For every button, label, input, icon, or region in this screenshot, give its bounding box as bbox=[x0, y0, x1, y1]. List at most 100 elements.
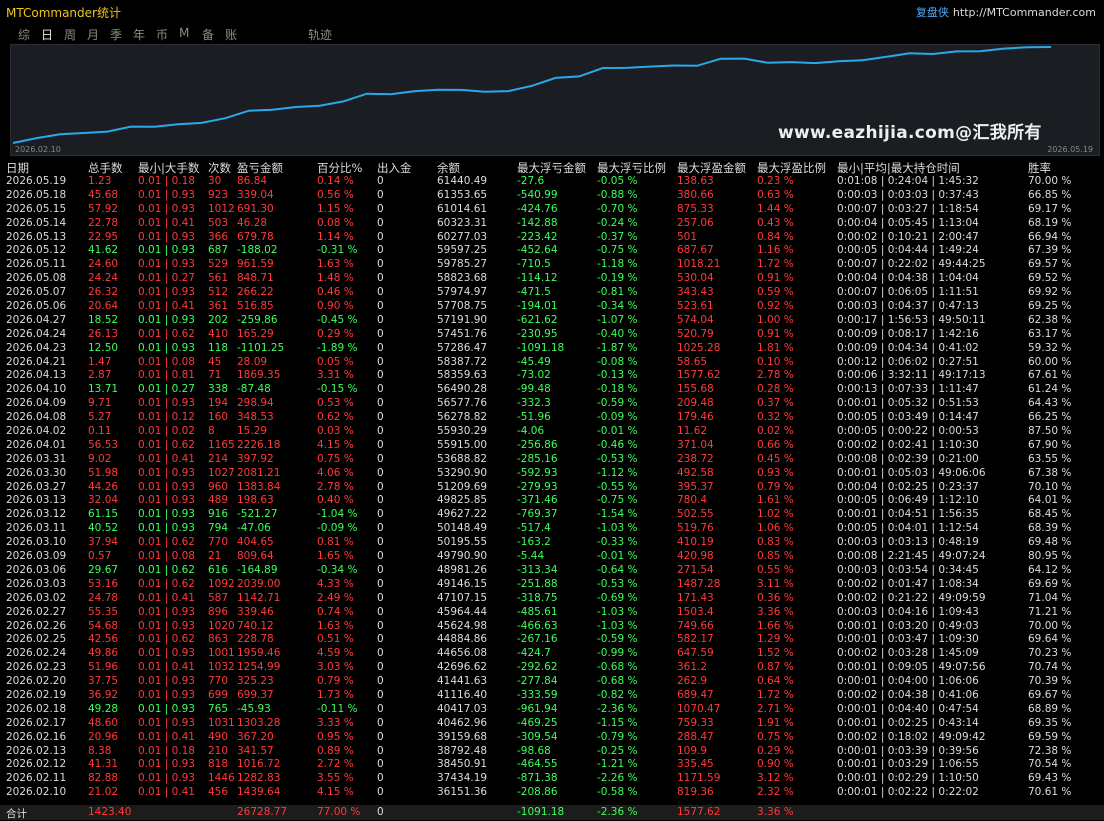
table-row[interactable]: 2026.04.24 26.13 0.01 | 0.62 410 165.29 0.29 … bbox=[0, 328, 1104, 342]
table-row[interactable]: 2026.03.12 61.15 0.01 | 0.93 916 -521.27 -1.0… bbox=[0, 508, 1104, 522]
table-row[interactable]: 2026.03.30 51.98 0.01 | 0.93 1027 2081.21 4.0… bbox=[0, 467, 1104, 481]
table-cell-col5: 0.14 % bbox=[317, 175, 354, 187]
table-cell-col5: 0.46 % bbox=[317, 286, 354, 299]
table-cell-col11: 0.85 % bbox=[757, 550, 794, 563]
table-cell-col13: 70.61 % bbox=[1028, 786, 1072, 799]
table-cell-col4: -164.89 bbox=[237, 563, 278, 576]
table-cell-col0: 2026.03.13 bbox=[6, 494, 67, 507]
column-header-11[interactable]: 最大浮盈比例 bbox=[757, 160, 826, 176]
table-row[interactable]: 2026.02.12 41.31 0.01 | 0.93 818 1016.72 2.72… bbox=[0, 758, 1104, 772]
table-row[interactable]: 2026.05.18 45.68 0.01 | 0.93 923 339.04 0.56 … bbox=[0, 189, 1104, 203]
table-cell-col0: 2026.04.10 bbox=[6, 383, 67, 396]
table-row[interactable]: 2026.02.25 42.56 0.01 | 0.62 863 228.78 0.51 … bbox=[0, 633, 1104, 647]
table-row[interactable]: 2026.03.09 0.57 0.01 | 0.08 21 809.64 1.65 % 0… bbox=[0, 550, 1104, 564]
table-row[interactable]: 2026.05.06 20.64 0.01 | 0.41 361 516.85 0.90 … bbox=[0, 300, 1104, 314]
table-cell-col1: 20.64 bbox=[88, 300, 119, 313]
table-cell-col1: 24.24 bbox=[88, 272, 119, 285]
table-cell-col3: 1001 bbox=[208, 647, 235, 660]
table-row[interactable]: 2026.05.12 41.62 0.01 | 0.93 687 -188.02 -0.3… bbox=[0, 244, 1104, 258]
table-cell-col10: 371.04 bbox=[677, 438, 714, 451]
column-header-0[interactable]: 日期 bbox=[6, 160, 29, 176]
column-header-6[interactable]: 出入金 bbox=[377, 160, 412, 176]
table-row[interactable]: 2026.02.24 49.86 0.01 | 0.93 1001 1959.46 4.5… bbox=[0, 647, 1104, 661]
table-cell-col0: 2026.02.24 bbox=[6, 647, 67, 660]
table-row[interactable]: 2026.02.23 51.96 0.01 | 0.41 1032 1254.99 3.0… bbox=[0, 661, 1104, 675]
table-cell-col11: 1.00 % bbox=[757, 313, 794, 326]
table-cell-col11: 3.36 % bbox=[757, 605, 794, 618]
table-row[interactable]: 2026.02.13 8.38 0.01 | 0.18 210 341.57 0.89 %… bbox=[0, 745, 1104, 759]
stats-table: 2026.05.19 1.23 0.01 | 0.18 30 86.84 0.14 % 0 6… bbox=[0, 175, 1104, 800]
table-cell-col6: 0 bbox=[377, 286, 384, 299]
table-cell-col10: 361.2 bbox=[677, 661, 708, 674]
column-header-3[interactable]: 次数 bbox=[208, 160, 231, 176]
table-row[interactable]: 2026.03.02 24.78 0.01 | 0.41 587 1142.71 2.49… bbox=[0, 592, 1104, 606]
column-header-8[interactable]: 最大浮亏金额 bbox=[517, 160, 586, 176]
footer-label: 合计 bbox=[6, 808, 27, 820]
table-cell-col7: 48981.26 bbox=[437, 563, 488, 576]
table-row[interactable]: 2026.03.27 44.26 0.01 | 0.93 960 1383.84 2.78… bbox=[0, 481, 1104, 495]
table-cell-col11: 1.72 % bbox=[757, 258, 794, 271]
table-row[interactable]: 2026.05.07 26.32 0.01 | 0.93 512 266.22 0.46 … bbox=[0, 286, 1104, 300]
table-cell-col12: 0:00:02 | 0:10:21 | 2:00:47 bbox=[837, 230, 979, 243]
table-row[interactable]: 2026.03.03 53.16 0.01 | 0.62 1092 2039.00 4.3… bbox=[0, 578, 1104, 592]
table-cell-col4: -188.02 bbox=[237, 244, 278, 257]
table-cell-col7: 49825.85 bbox=[437, 494, 488, 507]
table-row[interactable]: 2026.03.06 29.67 0.01 | 0.62 616 -164.89 -0.3… bbox=[0, 564, 1104, 578]
table-cell-col3: 1032 bbox=[208, 661, 235, 674]
table-row[interactable]: 2026.02.11 82.88 0.01 | 0.93 1446 1282.83 3.5… bbox=[0, 772, 1104, 786]
table-row[interactable]: 2026.02.20 37.75 0.01 | 0.93 770 325.23 0.79 … bbox=[0, 675, 1104, 689]
table-row[interactable]: 2026.02.10 21.02 0.01 | 0.41 456 1439.64 4.15… bbox=[0, 786, 1104, 800]
table-cell-col13: 64.43 % bbox=[1028, 397, 1072, 410]
table-row[interactable]: 2026.04.01 56.53 0.01 | 0.62 1165 2226.18 4.1… bbox=[0, 439, 1104, 453]
column-header-2[interactable]: 最小|大手数 bbox=[138, 160, 199, 176]
table-cell-col8: -230.95 bbox=[517, 327, 558, 340]
table-row[interactable]: 2026.05.19 1.23 0.01 | 0.18 30 86.84 0.14 % 0 6… bbox=[0, 175, 1104, 189]
column-header-13[interactable]: 胜率 bbox=[1028, 160, 1051, 176]
table-row[interactable]: 2026.05.14 22.78 0.01 | 0.41 503 46.28 0.08 %… bbox=[0, 217, 1104, 231]
table-cell-col13: 63.17 % bbox=[1028, 327, 1072, 340]
table-row[interactable]: 2026.04.10 13.71 0.01 | 0.27 338 -87.48 -0.15… bbox=[0, 383, 1104, 397]
column-header-7[interactable]: 余额 bbox=[437, 160, 460, 176]
table-row[interactable]: 2026.02.16 20.96 0.01 | 0.41 490 367.20 0.95 … bbox=[0, 731, 1104, 745]
table-row[interactable]: 2026.05.15 57.92 0.01 | 0.93 1012 691.30 1.15… bbox=[0, 203, 1104, 217]
table-cell-col7: 49627.22 bbox=[437, 508, 488, 521]
brand-link[interactable]: 复盘侠 http://MTCommander.com bbox=[916, 4, 1096, 20]
column-header-4[interactable]: 盈亏金额 bbox=[237, 160, 283, 176]
table-cell-col11: 2.32 % bbox=[757, 786, 794, 799]
table-cell-col6: 0 bbox=[377, 702, 384, 715]
column-header-10[interactable]: 最大浮盈金额 bbox=[677, 160, 746, 176]
table-cell-col8: -292.62 bbox=[517, 661, 558, 674]
table-cell-col2: 0.01 | 0.93 bbox=[138, 286, 195, 299]
table-row[interactable]: 2026.04.23 12.50 0.01 | 0.93 118 -1101.25 -1.… bbox=[0, 342, 1104, 356]
table-row[interactable]: 2026.02.18 49.28 0.01 | 0.93 765 -45.93 -0.11… bbox=[0, 703, 1104, 717]
table-row[interactable]: 2026.04.08 5.27 0.01 | 0.12 160 348.53 0.62 %… bbox=[0, 411, 1104, 425]
table-row[interactable]: 2026.02.26 54.68 0.01 | 0.93 1020 740.12 1.63… bbox=[0, 620, 1104, 634]
table-cell-col9: -1.15 % bbox=[597, 716, 638, 729]
column-header-1[interactable]: 总手数 bbox=[88, 160, 123, 176]
table-row[interactable]: 2026.05.08 24.24 0.01 | 0.27 561 848.71 1.48 … bbox=[0, 272, 1104, 286]
table-row[interactable]: 2026.03.11 40.52 0.01 | 0.93 794 -47.06 -0.09… bbox=[0, 522, 1104, 536]
table-row[interactable]: 2026.04.13 2.87 0.01 | 0.81 71 1869.35 3.31 %… bbox=[0, 369, 1104, 383]
table-cell-col10: 574.04 bbox=[677, 313, 714, 326]
brand-url[interactable]: http://MTCommander.com bbox=[953, 6, 1096, 19]
table-row[interactable]: 2026.04.27 18.52 0.01 | 0.93 202 -259.86 -0.4… bbox=[0, 314, 1104, 328]
column-header-5[interactable]: 百分比% bbox=[317, 160, 362, 176]
table-row[interactable]: 2026.03.10 37.94 0.01 | 0.62 770 404.65 0.81 … bbox=[0, 536, 1104, 550]
table-cell-col0: 2026.04.08 bbox=[6, 411, 67, 424]
table-row[interactable]: 2026.02.27 55.35 0.01 | 0.93 896 339.46 0.74 … bbox=[0, 606, 1104, 620]
table-row[interactable]: 2026.04.21 1.47 0.01 | 0.08 45 28.09 0.05 % 0 5… bbox=[0, 356, 1104, 370]
table-row[interactable]: 2026.05.13 22.95 0.01 | 0.93 366 679.78 1.14 … bbox=[0, 231, 1104, 245]
table-row[interactable]: 2026.04.02 0.11 0.01 | 0.02 8 15.29 0.03 % 0 55… bbox=[0, 425, 1104, 439]
table-cell-col7: 41441.63 bbox=[437, 675, 488, 688]
column-header-9[interactable]: 最大浮亏比例 bbox=[597, 160, 666, 176]
table-row[interactable]: 2026.03.31 9.02 0.01 | 0.41 214 397.92 0.75 %… bbox=[0, 453, 1104, 467]
table-cell-col12: 0:00:01 | 0:02:25 | 0:43:14 bbox=[837, 716, 979, 729]
table-cell-col12: 0:00:01 | 0:02:29 | 1:10:50 bbox=[837, 772, 979, 785]
column-header-12[interactable]: 最小|平均|最大持仓时间 bbox=[837, 160, 960, 176]
table-row[interactable]: 2026.04.09 9.71 0.01 | 0.93 194 298.94 0.53 %… bbox=[0, 397, 1104, 411]
table-row[interactable]: 2026.02.19 36.92 0.01 | 0.93 699 699.37 1.73 … bbox=[0, 689, 1104, 703]
table-row[interactable]: 2026.05.11 24.60 0.01 | 0.93 529 961.59 1.63 … bbox=[0, 258, 1104, 272]
table-row[interactable]: 2026.02.17 48.60 0.01 | 0.93 1031 1303.28 3.3… bbox=[0, 717, 1104, 731]
table-row[interactable]: 2026.03.13 32.04 0.01 | 0.93 489 198.63 0.40 … bbox=[0, 494, 1104, 508]
table-cell-col9: -0.69 % bbox=[597, 591, 638, 604]
